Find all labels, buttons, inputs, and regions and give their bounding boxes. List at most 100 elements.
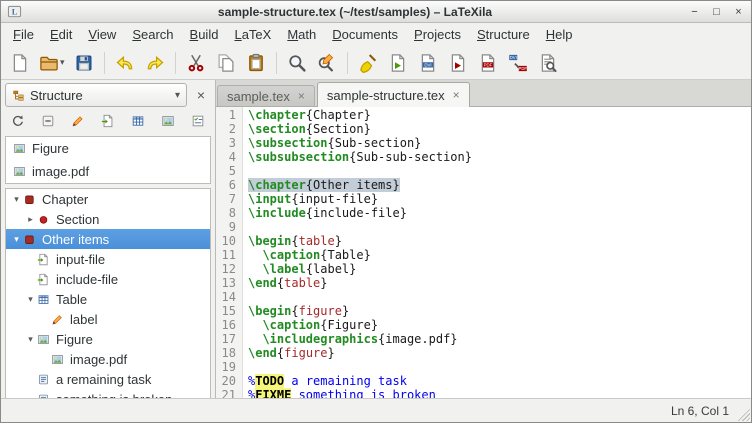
search-replace-button[interactable] — [313, 49, 341, 77]
new-document-button[interactable] — [6, 49, 34, 77]
code-token: {label} — [306, 262, 357, 276]
menu-edit[interactable]: Edit — [42, 24, 80, 45]
view-dvi-button[interactable]: DVI — [414, 49, 442, 77]
tree-item-table[interactable]: ▾Table — [6, 289, 210, 309]
show-tables-button[interactable] — [128, 111, 148, 131]
side-panel: Structure ▾ × Figureimage.pdf ▾Chapter▸S… — [1, 80, 216, 398]
tree-item-other-items[interactable]: ▾Other items — [6, 229, 210, 249]
expander-collapsed-icon[interactable]: ▸ — [24, 214, 37, 225]
open-button[interactable]: ▾ — [36, 49, 68, 77]
menu-latex[interactable]: LaTeX — [226, 24, 279, 45]
image-icon — [161, 114, 175, 128]
dvi-to-pdf-button[interactable]: DVIPDF — [504, 49, 532, 77]
save-button[interactable] — [70, 49, 98, 77]
code-token: a remaining task — [284, 374, 407, 388]
build-pdflatex-button[interactable] — [444, 49, 472, 77]
tree-item-image-pdf[interactable]: image.pdf — [6, 349, 210, 369]
build-latex-button[interactable] — [384, 49, 412, 77]
close-button[interactable]: × — [732, 5, 745, 19]
resize-grip[interactable] — [736, 407, 750, 421]
code-text: \end{figure} — [243, 346, 335, 360]
clean-icon — [358, 53, 378, 73]
code-editor[interactable]: 1\chapter{Chapter}2\section{Section}3\su… — [216, 107, 751, 398]
tab-sample-structure-tex[interactable]: sample-structure.tex× — [317, 82, 470, 107]
minimize-button[interactable]: − — [688, 5, 701, 19]
image-icon — [13, 142, 26, 155]
clean-button[interactable] — [354, 49, 382, 77]
collapse-all-button[interactable] — [38, 111, 58, 131]
tree-item-figure[interactable]: ▾Figure — [6, 329, 210, 349]
panel-close-button[interactable]: × — [191, 87, 211, 103]
menu-build[interactable]: Build — [182, 24, 227, 45]
show-todos-button[interactable] — [188, 111, 208, 131]
tab-label: sample.tex — [227, 89, 290, 104]
tree-item-include-file[interactable]: include-file — [6, 269, 210, 289]
paste-button[interactable] — [242, 49, 270, 77]
todo-icon — [37, 373, 52, 386]
code-text: \chapter{Chapter} — [243, 108, 371, 122]
tab-close-icon[interactable]: × — [298, 89, 305, 103]
view-pdf-button[interactable]: PDF — [474, 49, 502, 77]
list-item-image-pdf[interactable]: image.pdf — [6, 160, 210, 183]
tree-item-label[interactable]: label — [6, 309, 210, 329]
undo-icon — [115, 53, 135, 73]
code-line: 3\subsection{Sub-section} — [216, 136, 751, 150]
code-token — [248, 248, 262, 262]
app-icon: L — [7, 4, 22, 19]
toolbar-separator — [175, 52, 176, 74]
menu-projects[interactable]: Projects — [406, 24, 469, 45]
panel-selector-label: Structure — [30, 88, 83, 103]
menu-documents[interactable]: Documents — [324, 24, 406, 45]
tree-item-label: a remaining task — [56, 372, 151, 387]
menu-structure[interactable]: Structure — [469, 24, 538, 45]
code-line: 1\chapter{Chapter} — [216, 108, 751, 122]
show-images-button[interactable] — [158, 111, 178, 131]
image-icon — [13, 165, 26, 178]
maximize-button[interactable]: □ — [710, 5, 723, 19]
cut-button[interactable] — [182, 49, 210, 77]
line-number: 10 — [216, 234, 243, 248]
structure-toolbar — [1, 110, 215, 132]
show-labels-button[interactable] — [68, 111, 88, 131]
tab-sample-tex[interactable]: sample.tex × — [217, 85, 315, 106]
search-button[interactable] — [283, 49, 311, 77]
svg-text:DVI: DVI — [424, 62, 431, 67]
code-line: 5 — [216, 164, 751, 178]
redo-button[interactable] — [141, 49, 169, 77]
tree-item-input-file[interactable]: input-file — [6, 249, 210, 269]
toolbar-separator — [276, 52, 277, 74]
code-text: \end{table} — [243, 276, 328, 290]
tree-item-a-remaining-task[interactable]: a remaining task — [6, 369, 210, 389]
expander-expanded-icon[interactable]: ▾ — [24, 334, 37, 345]
expander-expanded-icon[interactable]: ▾ — [24, 294, 37, 305]
tab-close-icon[interactable]: × — [453, 88, 460, 102]
code-token: something is broken — [291, 388, 436, 398]
menu-file[interactable]: File — [5, 24, 42, 45]
code-token — [248, 318, 262, 332]
copy-button[interactable] — [212, 49, 240, 77]
code-token: figure — [284, 346, 327, 360]
menu-help[interactable]: Help — [538, 24, 581, 45]
tree-item-section[interactable]: ▸Section — [6, 209, 210, 229]
list-item-label: Figure — [32, 141, 69, 156]
menu-math[interactable]: Math — [279, 24, 324, 45]
code-token: table — [284, 276, 320, 290]
undo-button[interactable] — [111, 49, 139, 77]
tree-item-something-is-broken[interactable]: something is broken — [6, 389, 210, 398]
svg-text:PDF: PDF — [483, 62, 492, 67]
code-text — [243, 360, 248, 374]
svg-text:L: L — [12, 7, 17, 16]
code-token: \end — [248, 276, 277, 290]
menu-search[interactable]: Search — [124, 24, 181, 45]
code-line: 18\end{figure} — [216, 346, 751, 360]
tree-item-chapter[interactable]: ▾Chapter — [6, 189, 210, 209]
show-includes-button[interactable] — [98, 111, 118, 131]
code-line: 9 — [216, 220, 751, 234]
panel-selector[interactable]: Structure ▾ — [5, 83, 187, 107]
menu-view[interactable]: View — [80, 24, 124, 45]
view-log-button[interactable] — [534, 49, 562, 77]
expander-expanded-icon[interactable]: ▾ — [10, 234, 23, 245]
list-item-figure[interactable]: Figure — [6, 137, 210, 160]
refresh-button[interactable] — [8, 111, 28, 131]
expander-expanded-icon[interactable]: ▾ — [10, 194, 23, 205]
